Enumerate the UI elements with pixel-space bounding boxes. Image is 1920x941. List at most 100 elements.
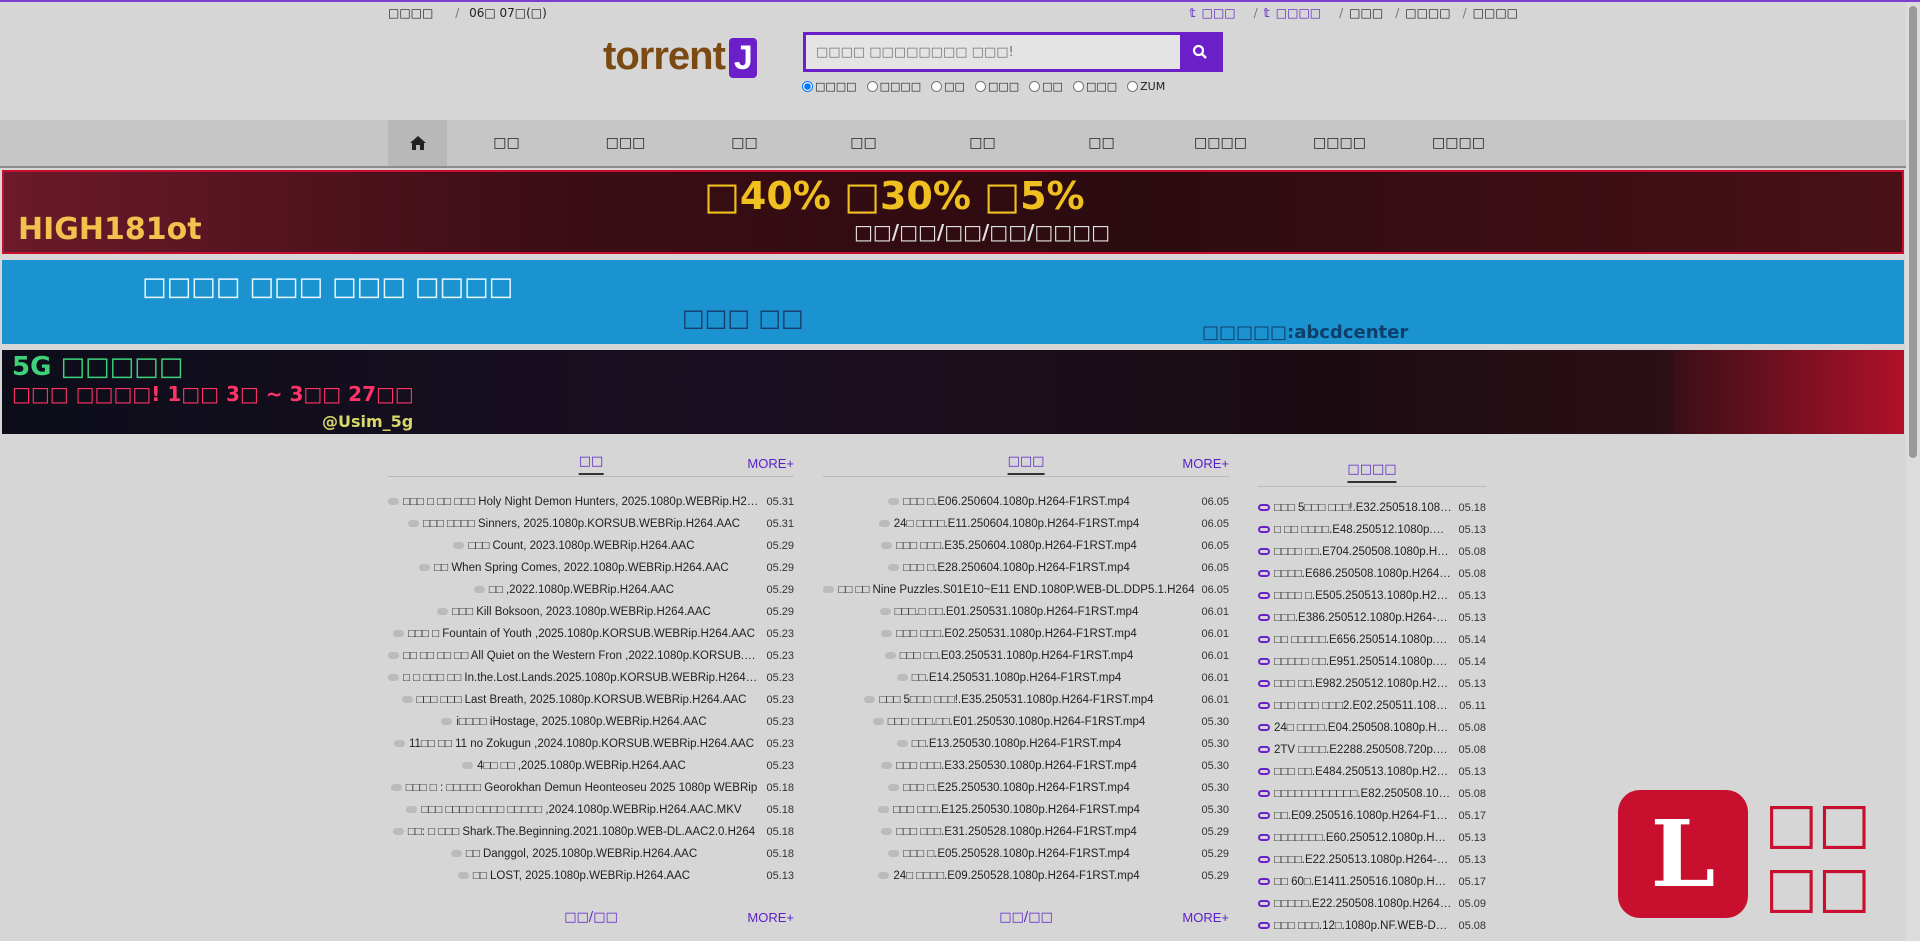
- item-title[interactable]: □□ When Spring Comes, 2022.1080p.WEBRip.…: [388, 562, 760, 574]
- item-title[interactable]: □□□□□.E22.250508.1080p.H264-F1RST: [1258, 898, 1452, 910]
- nav-item[interactable]: □□□□: [1399, 135, 1518, 151]
- nav-item[interactable]: □□: [804, 135, 923, 151]
- list-item[interactable]: □□□ □□□.E02.250531.1080p.H264-F1RST.mp4 0…: [823, 623, 1229, 645]
- item-title[interactable]: □□.E09.250516.1080p.H264-F1RST.mp4: [1258, 810, 1452, 822]
- more-link[interactable]: MORE+: [747, 456, 794, 471]
- list-item[interactable]: □□ LOST, 2025.1080p.WEBRip.H264.AAC 05.13: [388, 865, 794, 887]
- list-item[interactable]: □□ □□ Nine Puzzles.S01E10~E11 END.1080P.…: [823, 579, 1229, 601]
- list-item[interactable]: i□□□□ iHostage, 2025.1080p.WEBRip.H264.A…: [388, 711, 794, 733]
- list-item[interactable]: □□□□□ □□.E951.250514.1080p.H264-F1RST 05.…: [1258, 651, 1486, 673]
- list-item[interactable]: □□□□ □□.E704.250508.1080p.H264-F1RST 05.0…: [1258, 541, 1486, 563]
- engine-option[interactable]: □□□: [974, 80, 1019, 93]
- list-item[interactable]: □□□□□.E22.250508.1080p.H264-F1RST 05.09: [1258, 893, 1486, 915]
- item-title[interactable]: 24□ □□□□.E04.250508.1080p.H264-F1RST: [1258, 722, 1452, 734]
- item-title[interactable]: □□□□ □□.E704.250508.1080p.H264-F1RST: [1258, 546, 1452, 558]
- item-title[interactable]: □□ □□ □□ □□ All Quiet on the Western Fro…: [388, 650, 760, 662]
- list-item[interactable]: □□□ □□□.E35.250604.1080p.H264-F1RST.mp4 0…: [823, 535, 1229, 557]
- section-title[interactable]: □□: [578, 454, 604, 475]
- item-title[interactable]: □□□□□ □□.E951.250514.1080p.H264-F1RST: [1258, 656, 1452, 668]
- list-item[interactable]: □□□ □.E05.250528.1080p.H264-F1RST.mp4 05.…: [823, 843, 1229, 865]
- item-title[interactable]: □□□ □□□.E125.250530.1080p.H264-F1RST.mp4: [823, 804, 1195, 816]
- item-title[interactable]: □□□ □.E28.250604.1080p.H264-F1RST.mp4: [823, 562, 1195, 574]
- top-link-3[interactable]: □□□: [1349, 6, 1383, 20]
- engine-option[interactable]: □□: [931, 80, 965, 93]
- section-title[interactable]: □□□□: [1347, 462, 1397, 483]
- item-title[interactable]: 24□ □□□□.E09.250528.1080p.H264-F1RST.mp4: [823, 870, 1195, 882]
- ad-banner-1[interactable]: HIGH181ot □40% □30% □5% □□/□□/□□/□□/□□□□: [2, 170, 1904, 254]
- list-item[interactable]: □□□ □□□□ Sinners, 2025.1080p.KORSUB.WEBR…: [388, 513, 794, 535]
- item-title[interactable]: □□□ □□□.12□.1080p.NF.WEB-DL.x264: [1258, 920, 1452, 932]
- list-item[interactable]: 24□ □□□□.E09.250528.1080p.H264-F1RST.mp4…: [823, 865, 1229, 887]
- list-item[interactable]: □□ □□□□□.E656.250514.1080p.H264-F1RST 05.…: [1258, 629, 1486, 651]
- link-site-text[interactable]: □□ □□: [1765, 792, 1871, 920]
- item-title[interactable]: □□□□.E686.250508.1080p.H264-F1RST: [1258, 568, 1452, 580]
- list-item[interactable]: □□□ □□.E982.250512.1080p.H264-F1RST 05.13: [1258, 673, 1486, 695]
- item-title[interactable]: □□ LOST, 2025.1080p.WEBRip.H264.AAC: [388, 870, 760, 882]
- list-item[interactable]: 24□ □□□□.E11.250604.1080p.H264-F1RST.mp4…: [823, 513, 1229, 535]
- item-title[interactable]: □□□.E386.250512.1080p.H264-F1RST: [1258, 612, 1452, 624]
- list-item[interactable]: □□□ □□□.E125.250530.1080p.H264-F1RST.mp4…: [823, 799, 1229, 821]
- nav-item[interactable]: □□: [685, 135, 804, 151]
- section-title[interactable]: □□□: [1007, 454, 1045, 475]
- list-item[interactable]: 24□ □□□□.E04.250508.1080p.H264-F1RST 05.0…: [1258, 717, 1486, 739]
- ad-banner-2[interactable]: □□□□ □□□ □□□ □□□□ □□□ □□ □□□□□:abcdcente…: [2, 260, 1904, 344]
- section-title[interactable]: □□/□□: [564, 910, 618, 929]
- more-link[interactable]: MORE+: [1182, 456, 1229, 471]
- item-title[interactable]: □□□ □□□□ Sinners, 2025.1080p.KORSUB.WEBR…: [388, 518, 760, 530]
- item-title[interactable]: □ □ □□□ □□ In.the.Lost.Lands.2025.1080p.…: [388, 672, 760, 684]
- item-title[interactable]: □□ 60□.E1411.250516.1080p.H264-F1RST: [1258, 876, 1452, 888]
- list-item[interactable]: □□□ □□□ □□□2.E02.250511.1080p.H264 05.11: [1258, 695, 1486, 717]
- page-scrollbar[interactable]: [1906, 2, 1920, 941]
- list-item[interactable]: 4□□ □□ ,2025.1080p.WEBRip.H264.AAC 05.23: [388, 755, 794, 777]
- list-item[interactable]: □ □ □□□ □□ In.the.Lost.Lands.2025.1080p.…: [388, 667, 794, 689]
- item-title[interactable]: 4□□ □□ ,2025.1080p.WEBRip.H264.AAC: [388, 760, 760, 772]
- nav-item[interactable]: □□: [447, 135, 566, 151]
- engine-option[interactable]: □□□□: [866, 80, 921, 93]
- item-title[interactable]: 2TV □□□□.E2288.250508.720p.H264-F1RST: [1258, 744, 1452, 756]
- list-item[interactable]: □□□ □□□□ □□□□ □□□□□ ,2024.1080p.WEBRip.H…: [388, 799, 794, 821]
- item-title[interactable]: □□□□□□□□□□□□.E82.250508.1080p.H264: [1258, 788, 1452, 800]
- item-title[interactable]: □□□□.E22.250513.1080p.H264-F1RST: [1258, 854, 1452, 866]
- item-title[interactable]: i□□□□ iHostage, 2025.1080p.WEBRip.H264.A…: [388, 716, 760, 728]
- nav-item[interactable]: □□□□: [1280, 135, 1399, 151]
- list-item[interactable]: □□□ 5□□□ □□□!.E32.250518.1080p.H264-F1RS…: [1258, 497, 1486, 519]
- search-input[interactable]: [806, 35, 1180, 69]
- item-title[interactable]: □□ Danggol, 2025.1080p.WEBRip.H264.AAC: [388, 848, 760, 860]
- list-item[interactable]: □□□ □□□ Last Breath, 2025.1080p.KORSUB.W…: [388, 689, 794, 711]
- item-title[interactable]: □□□ □□□.E02.250531.1080p.H264-F1RST.mp4: [823, 628, 1195, 640]
- item-title[interactable]: □□□ □ □□ □□□ Holy Night Demon Hunters, 2…: [388, 496, 760, 508]
- item-title[interactable]: □□.E14.250531.1080p.H264-F1RST.mp4: [823, 672, 1195, 684]
- list-item[interactable]: □□□.E386.250512.1080p.H264-F1RST 05.13: [1258, 607, 1486, 629]
- top-link-5[interactable]: □□□□: [1473, 6, 1518, 20]
- ad-banner-3[interactable]: 5G □□□□□ □□□ □□□□! 1□□ 3□ ~ 3□□ 27□□ @Us…: [2, 350, 1904, 434]
- item-title[interactable]: 24□ □□□□.E11.250604.1080p.H264-F1RST.mp4: [823, 518, 1195, 530]
- list-item[interactable]: □□□ Kill Boksoon, 2023.1080p.WEBRip.H264…: [388, 601, 794, 623]
- item-title[interactable]: 11□□ □□ 11 no Zokugun ,2024.1080p.KORSUB…: [388, 738, 760, 750]
- list-item[interactable]: □□□.□ □□.E01.250531.1080p.H264-F1RST.mp4…: [823, 601, 1229, 623]
- item-title[interactable]: □□□ □□.E484.250513.1080p.H264-F1RST: [1258, 766, 1452, 778]
- item-title[interactable]: □□ □□ Nine Puzzles.S01E10~E11 END.1080P.…: [823, 584, 1195, 596]
- item-title[interactable]: □□□ Count, 2023.1080p.WEBRip.H264.AAC: [388, 540, 760, 552]
- list-item[interactable]: □□ Danggol, 2025.1080p.WEBRip.H264.AAC 05…: [388, 843, 794, 865]
- list-item[interactable]: □□□ □.E28.250604.1080p.H264-F1RST.mp4 06.…: [823, 557, 1229, 579]
- nav-home[interactable]: [388, 120, 448, 166]
- item-title[interactable]: □□.E13.250530.1080p.H264-F1RST.mp4: [823, 738, 1195, 750]
- item-title[interactable]: □□□ 5□□□ □□□!.E35.250531.1080p.H264-F1RS…: [823, 694, 1195, 706]
- list-item[interactable]: □□ When Spring Comes, 2022.1080p.WEBRip.…: [388, 557, 794, 579]
- item-title[interactable]: □□: □ □□□ Shark.The.Beginning.2021.1080p…: [388, 826, 760, 838]
- item-title[interactable]: □□□ □ : □□□□□ Georokhan Demun Heonteoseu…: [388, 782, 760, 794]
- twitter-link-1[interactable]: 𝕥 □□□: [1190, 6, 1242, 20]
- engine-option[interactable]: □□: [1029, 80, 1063, 93]
- list-item[interactable]: □□□ □ □□ □□□ Holy Night Demon Hunters, 2…: [388, 491, 794, 513]
- list-item[interactable]: □□□ □.E06.250604.1080p.H264-F1RST.mp4 06.…: [823, 491, 1229, 513]
- list-item[interactable]: □□□□□□□.E60.250512.1080p.H264-F1RST 05.13: [1258, 827, 1486, 849]
- list-item[interactable]: □□□ Count, 2023.1080p.WEBRip.H264.AAC 05.…: [388, 535, 794, 557]
- list-item[interactable]: □□□ □□□.□□.E01.250530.1080p.H264-F1RST.m…: [823, 711, 1229, 733]
- list-item[interactable]: □□□ □□□.E31.250528.1080p.H264-F1RST.mp4 0…: [823, 821, 1229, 843]
- more-link[interactable]: MORE+: [1182, 910, 1229, 925]
- item-title[interactable]: □□□ □□□.E31.250528.1080p.H264-F1RST.mp4: [823, 826, 1195, 838]
- list-item[interactable]: □□□ □□□.12□.1080p.NF.WEB-DL.x264 05.08: [1258, 915, 1486, 937]
- item-title[interactable]: □□□ □□□.E33.250530.1080p.H264-F1RST.mp4: [823, 760, 1195, 772]
- item-title[interactable]: □□□□ □.E505.250513.1080p.H264-F1RST: [1258, 590, 1452, 602]
- list-item[interactable]: □□ □□ □□ □□ All Quiet on the Western Fro…: [388, 645, 794, 667]
